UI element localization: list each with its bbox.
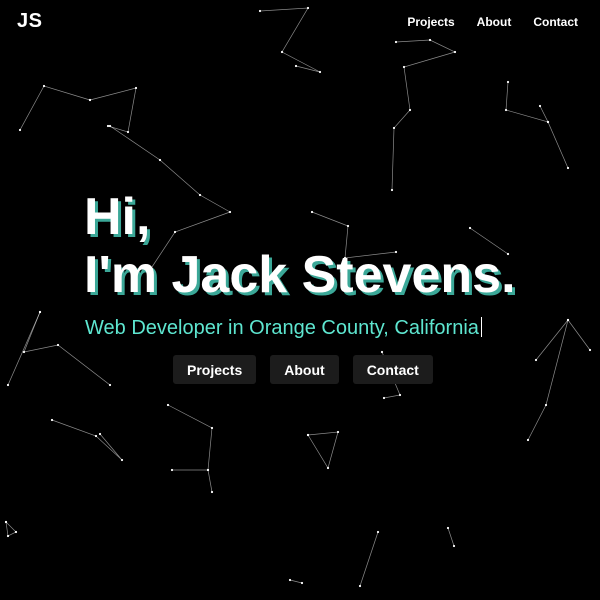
network-line (7, 311, 41, 386)
network-node (170, 468, 174, 472)
network-node (566, 166, 570, 170)
network-node (210, 490, 214, 494)
network-node (4, 520, 8, 524)
network-node (166, 403, 170, 407)
network-node (380, 350, 384, 354)
network-line (359, 531, 379, 587)
network-node (318, 70, 322, 74)
cta-buttons: Projects About Contact (173, 355, 433, 384)
network-node (294, 64, 298, 68)
network-line (51, 419, 123, 461)
network-node (504, 108, 508, 112)
projects-button[interactable]: Projects (173, 355, 257, 384)
network-node (382, 396, 386, 400)
top-nav: Projects About Contact (407, 15, 578, 29)
tagline-text: Web Developer in Orange County, Californ… (85, 317, 479, 339)
network-node (392, 126, 396, 130)
network-node (402, 65, 406, 69)
network-node (506, 80, 510, 84)
network-node (546, 120, 550, 124)
network-node (534, 358, 538, 362)
network-line (289, 579, 303, 584)
hero-name: I'm Jack Stevens. (84, 246, 516, 304)
network-line (505, 81, 549, 123)
network-node (94, 434, 98, 438)
logo[interactable]: JS (17, 10, 42, 33)
network-node (358, 584, 362, 588)
network-node (280, 50, 284, 54)
network-node (108, 383, 112, 387)
hero-heading: Hi, I'm Jack Stevens. (84, 188, 516, 304)
network-line (167, 404, 213, 493)
network-node (14, 530, 18, 534)
nav-projects-link[interactable]: Projects (407, 15, 454, 29)
network-node (38, 310, 42, 314)
network-node (108, 124, 112, 128)
hero-greeting: Hi, (84, 188, 151, 246)
network-line (259, 7, 321, 73)
network-node (22, 350, 26, 354)
network-node (158, 158, 162, 162)
network-node (300, 581, 304, 585)
network-node (452, 544, 456, 548)
network-node (446, 526, 450, 530)
network-node (526, 438, 530, 442)
network-line (19, 85, 91, 131)
network-node (120, 458, 124, 462)
network-node (288, 578, 292, 582)
network-node (106, 124, 110, 128)
network-node (6, 383, 10, 387)
network-node (98, 432, 102, 436)
network-node (56, 343, 60, 347)
network-line (5, 521, 17, 537)
network-node (326, 466, 330, 470)
network-node (376, 530, 380, 534)
network-node (588, 348, 592, 352)
network-line (547, 121, 569, 169)
network-node (258, 9, 262, 13)
network-line (391, 39, 456, 191)
network-line (447, 527, 455, 547)
network-node (134, 86, 138, 90)
network-node (544, 403, 548, 407)
network-node (394, 40, 398, 44)
network-node (42, 84, 46, 88)
network-node (126, 130, 130, 134)
network-line (307, 431, 339, 469)
contact-button[interactable]: Contact (352, 355, 433, 384)
network-line (89, 87, 137, 133)
typing-caret (480, 317, 482, 337)
network-node (538, 104, 542, 108)
network-node (6, 534, 10, 538)
network-node (306, 6, 310, 10)
nav-contact-link[interactable]: Contact (533, 15, 578, 29)
network-node (453, 50, 457, 54)
hero-tagline: Web Developer in Orange County, Californ… (85, 317, 482, 340)
network-node (306, 433, 310, 437)
network-node (408, 108, 412, 112)
network-node (566, 318, 570, 322)
network-node (336, 430, 340, 434)
network-node (18, 128, 22, 132)
about-button[interactable]: About (270, 355, 339, 384)
network-node (428, 38, 432, 42)
network-node (206, 468, 210, 472)
network-node (88, 98, 92, 102)
network-node (50, 418, 54, 422)
network-line (527, 319, 569, 441)
nav-about-link[interactable]: About (477, 15, 512, 29)
network-node (398, 393, 402, 397)
network-node (210, 426, 214, 430)
